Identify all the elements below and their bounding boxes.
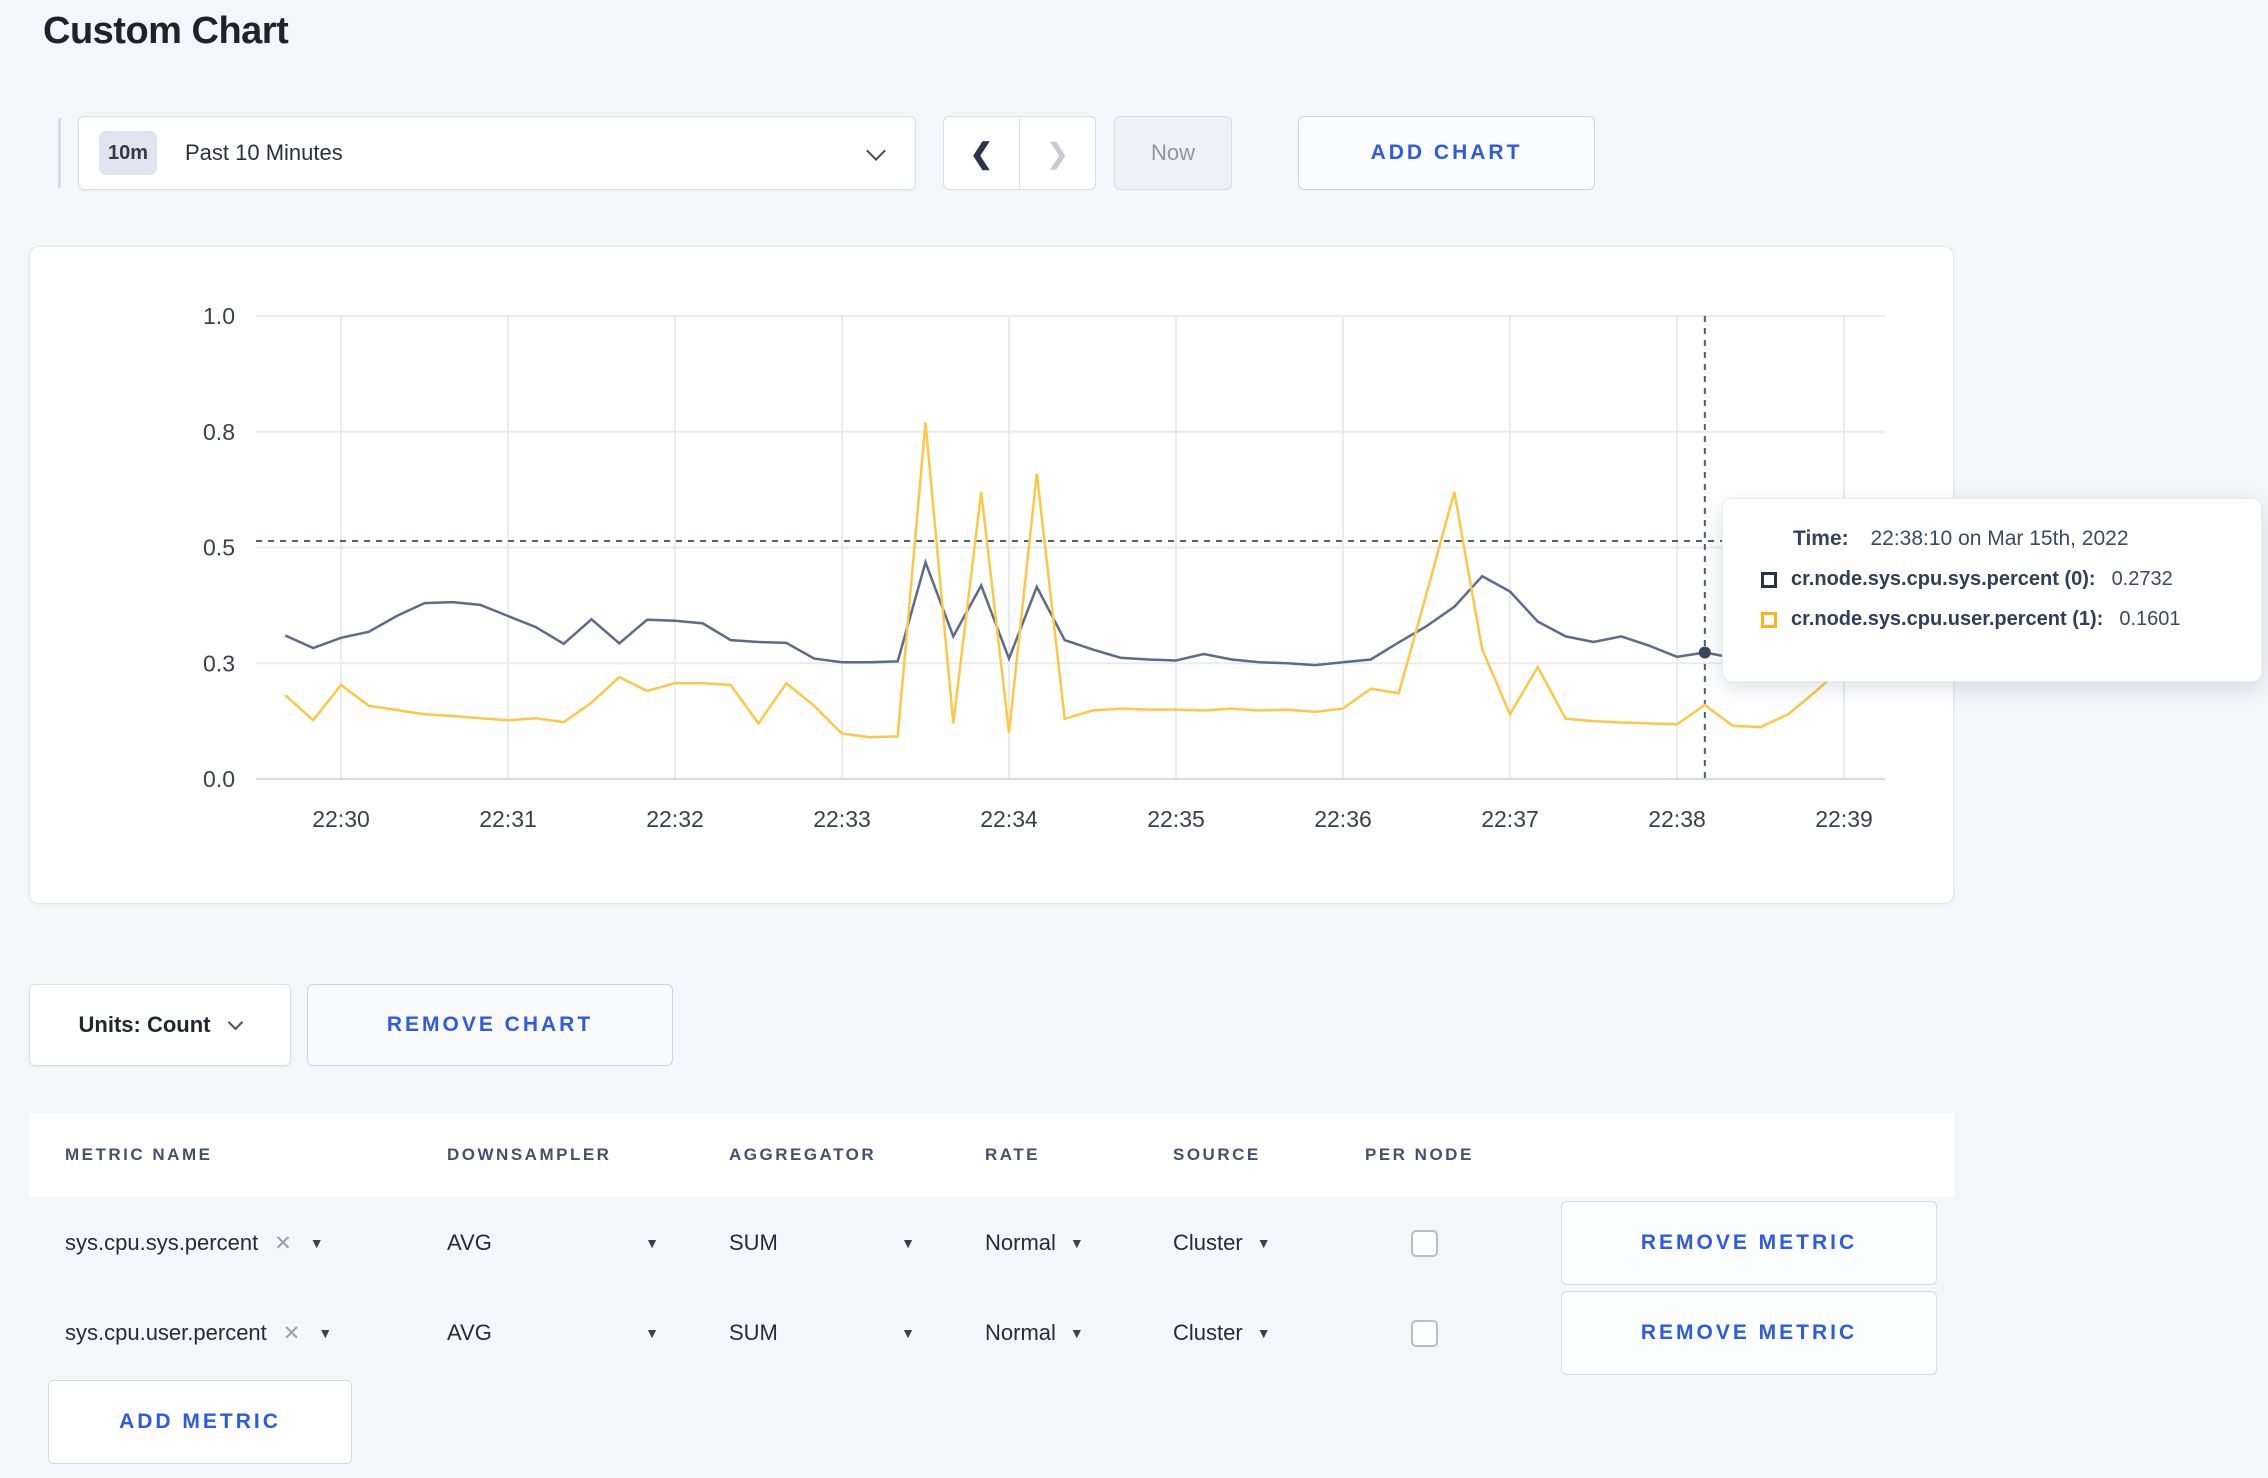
time-range-badge: 10m (99, 131, 157, 175)
metric-name-select[interactable]: sys.cpu.user.percent ✕ ▼ (65, 1320, 447, 1346)
column-header-rate: RATE (985, 1145, 1041, 1164)
column-header-metric-name: METRIC NAME (65, 1145, 213, 1164)
caret-down-icon: ▼ (1069, 1235, 1084, 1251)
caret-down-icon: ▼ (1256, 1235, 1271, 1251)
remove-metric-button[interactable]: REMOVE METRIC (1561, 1201, 1937, 1285)
svg-text:0.8: 0.8 (203, 419, 235, 445)
downsampler-select[interactable]: AVG ▼ (447, 1320, 659, 1346)
source-select[interactable]: Cluster ▼ (1173, 1320, 1271, 1346)
caret-down-icon[interactable]: ▼ (318, 1325, 332, 1341)
custom-chart-page: { "page": { "title": "Custom Chart" }, "… (0, 0, 2268, 1478)
svg-text:0.3: 0.3 (203, 650, 235, 676)
clear-metric-icon[interactable]: ✕ (274, 1231, 292, 1256)
svg-text:22:37: 22:37 (1481, 806, 1539, 832)
rate-value: Normal (985, 1230, 1056, 1255)
aggregator-value: SUM (729, 1230, 778, 1255)
chart-card: 0.0 0.3 0.5 0.8 1.0 22:30 22:31 22:32 22:33 22:34… (29, 246, 1954, 904)
page-title: Custom Chart (43, 10, 289, 52)
table-row: sys.cpu.sys.percent ✕ ▼ AVG ▼ SUM ▼ Norm… (29, 1200, 1954, 1286)
source-value: Cluster (1173, 1230, 1243, 1255)
next-timespan-button[interactable]: ❯ (1020, 117, 1095, 189)
cpu-line-chart[interactable]: 0.0 0.3 0.5 0.8 1.0 22:30 22:31 22:32 22:33 22:34… (30, 247, 1955, 905)
clear-metric-icon[interactable]: ✕ (283, 1321, 301, 1346)
svg-text:22:36: 22:36 (1314, 806, 1372, 832)
toolbar-divider (58, 118, 61, 188)
table-row: sys.cpu.user.percent ✕ ▼ AVG ▼ SUM ▼ Nor… (29, 1290, 1954, 1376)
svg-text:0.5: 0.5 (203, 535, 235, 561)
caret-down-icon: ▼ (1256, 1325, 1271, 1341)
add-metric-button[interactable]: ADD METRIC (48, 1380, 352, 1464)
chevron-down-icon (866, 141, 886, 161)
svg-text:22:33: 22:33 (813, 806, 871, 832)
remove-chart-button[interactable]: REMOVE CHART (307, 984, 673, 1066)
column-header-downsampler: DOWNSAMPLER (447, 1145, 612, 1164)
svg-text:22:35: 22:35 (1147, 806, 1205, 832)
rate-value: Normal (985, 1320, 1056, 1345)
source-value: Cluster (1173, 1320, 1243, 1345)
caret-down-icon[interactable]: ▼ (310, 1235, 324, 1251)
per-node-checkbox[interactable] (1411, 1229, 1438, 1257)
sys-series-swatch-icon (1761, 571, 1777, 588)
chart-hover-tooltip: Time: 22:38:10 on Mar 15th, 2022 cr.node… (1722, 498, 2262, 682)
units-select[interactable]: Units: Count (29, 984, 291, 1066)
tooltip-series-label: cr.node.sys.cpu.user.percent (1): (1791, 608, 2104, 630)
tooltip-series-value: 0.2732 (2111, 568, 2173, 590)
svg-text:0.0: 0.0 (203, 766, 235, 792)
caret-down-icon: ▼ (645, 1235, 659, 1251)
svg-text:22:30: 22:30 (312, 806, 370, 832)
metrics-table-header: METRIC NAME DOWNSAMPLER AGGREGATOR RATE … (29, 1113, 1954, 1197)
caret-down-icon: ▼ (1069, 1325, 1084, 1341)
rate-select[interactable]: Normal ▼ (985, 1320, 1084, 1346)
previous-timespan-button[interactable]: ❮ (944, 117, 1020, 189)
tooltip-time-label: Time: (1793, 527, 1849, 550)
aggregator-select[interactable]: SUM ▼ (729, 1320, 915, 1346)
metric-name-value: sys.cpu.user.percent (65, 1320, 267, 1345)
tooltip-time-row: Time: 22:38:10 on Mar 15th, 2022 (1793, 527, 2241, 551)
svg-text:22:39: 22:39 (1815, 806, 1873, 832)
aggregator-value: SUM (729, 1320, 778, 1345)
column-header-source: SOURCE (1173, 1145, 1261, 1164)
tooltip-series-row: cr.node.sys.cpu.user.percent (1): 0.1601 (1761, 608, 2241, 631)
caret-down-icon: ▼ (645, 1325, 659, 1341)
time-range-select[interactable]: 10m Past 10 Minutes (78, 116, 916, 190)
svg-text:22:38: 22:38 (1648, 806, 1706, 832)
downsampler-value: AVG (447, 1230, 492, 1255)
tooltip-series-row: cr.node.sys.cpu.sys.percent (0): 0.2732 (1761, 568, 2241, 591)
column-header-per-node: PER NODE (1365, 1145, 1474, 1164)
tooltip-time-value: 22:38:10 on Mar 15th, 2022 (1870, 527, 2129, 550)
rate-select[interactable]: Normal ▼ (985, 1230, 1084, 1256)
caret-down-icon: ▼ (901, 1235, 915, 1251)
column-header-aggregator: AGGREGATOR (729, 1145, 877, 1164)
svg-text:1.0: 1.0 (203, 303, 235, 329)
caret-down-icon: ▼ (901, 1325, 915, 1341)
time-pager: ❮ ❯ (943, 116, 1096, 190)
downsampler-value: AVG (447, 1320, 492, 1345)
chevron-down-icon (228, 1014, 244, 1030)
user-series-swatch-icon (1761, 611, 1777, 628)
units-select-label: Units: Count (78, 1012, 211, 1037)
now-button[interactable]: Now (1114, 116, 1232, 190)
aggregator-select[interactable]: SUM ▼ (729, 1230, 915, 1256)
metric-name-select[interactable]: sys.cpu.sys.percent ✕ ▼ (65, 1230, 447, 1256)
metric-name-value: sys.cpu.sys.percent (65, 1230, 259, 1255)
svg-text:22:34: 22:34 (980, 806, 1038, 832)
tooltip-series-value: 0.1601 (2119, 608, 2181, 630)
tooltip-series-label: cr.node.sys.cpu.sys.percent (0): (1791, 568, 2096, 590)
svg-text:22:31: 22:31 (479, 806, 537, 832)
remove-metric-button[interactable]: REMOVE METRIC (1561, 1291, 1937, 1375)
time-range-label: Past 10 Minutes (185, 140, 343, 165)
add-chart-button[interactable]: ADD CHART (1298, 116, 1595, 190)
source-select[interactable]: Cluster ▼ (1173, 1230, 1271, 1256)
svg-text:22:32: 22:32 (646, 806, 704, 832)
per-node-checkbox[interactable] (1411, 1319, 1438, 1347)
downsampler-select[interactable]: AVG ▼ (447, 1230, 659, 1256)
